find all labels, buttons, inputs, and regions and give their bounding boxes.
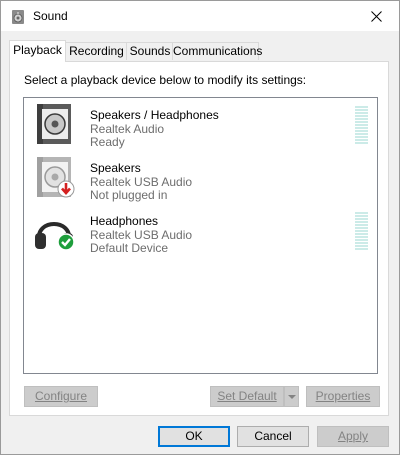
device-driver: Realtek USB Audio <box>90 175 193 189</box>
level-meter <box>355 212 368 251</box>
device-status: Default Device <box>90 241 169 255</box>
set-default-button[interactable]: Set Default <box>210 386 284 407</box>
speaker-unplugged-icon <box>37 157 75 198</box>
playback-panel: Select a playback device below to modify… <box>9 61 389 416</box>
instruction-text: Select a playback device below to modify… <box>24 73 307 87</box>
device-name: Headphones <box>90 214 159 228</box>
speaker-app-icon <box>12 10 24 24</box>
device-status: Not plugged in <box>90 188 168 202</box>
device-status: Ready <box>90 135 125 149</box>
window-title: Sound <box>33 9 68 23</box>
configure-button[interactable]: Configure <box>24 386 98 407</box>
device-list[interactable]: Speakers / Headphones Realtek Audio Read… <box>23 97 378 374</box>
tab-communications[interactable]: Communications <box>172 42 262 60</box>
device-speakers-headphones[interactable]: Speakers / Headphones Realtek Audio Read… <box>24 99 377 149</box>
cancel-button[interactable]: Cancel <box>237 426 309 447</box>
apply-button[interactable]: Apply <box>317 426 389 447</box>
device-speakers[interactable]: Speakers Realtek USB Audio Not plugged i… <box>24 152 377 202</box>
ok-button[interactable]: OK <box>158 426 230 447</box>
device-headphones[interactable]: Headphones Realtek USB Audio Default Dev… <box>24 205 377 255</box>
properties-button[interactable]: Properties <box>306 386 380 407</box>
headphones-icon <box>35 222 75 251</box>
level-meter <box>355 106 368 145</box>
device-driver: Realtek Audio <box>90 122 165 136</box>
device-driver: Realtek USB Audio <box>90 228 193 242</box>
tab-sounds[interactable]: Sounds <box>126 42 174 60</box>
device-name: Speakers / Headphones <box>90 108 219 122</box>
speaker-icon <box>37 104 71 144</box>
sound-dialog: Sound Playback Recording Sounds Communic… <box>0 0 400 455</box>
tab-recording[interactable]: Recording <box>65 42 128 60</box>
set-default-dropdown-button[interactable] <box>284 386 299 407</box>
close-button[interactable] <box>354 1 399 31</box>
close-icon <box>371 10 382 22</box>
tab-playback[interactable]: Playback <box>9 40 66 62</box>
title-bar[interactable]: Sound <box>1 1 399 31</box>
device-name: Speakers <box>90 161 141 175</box>
